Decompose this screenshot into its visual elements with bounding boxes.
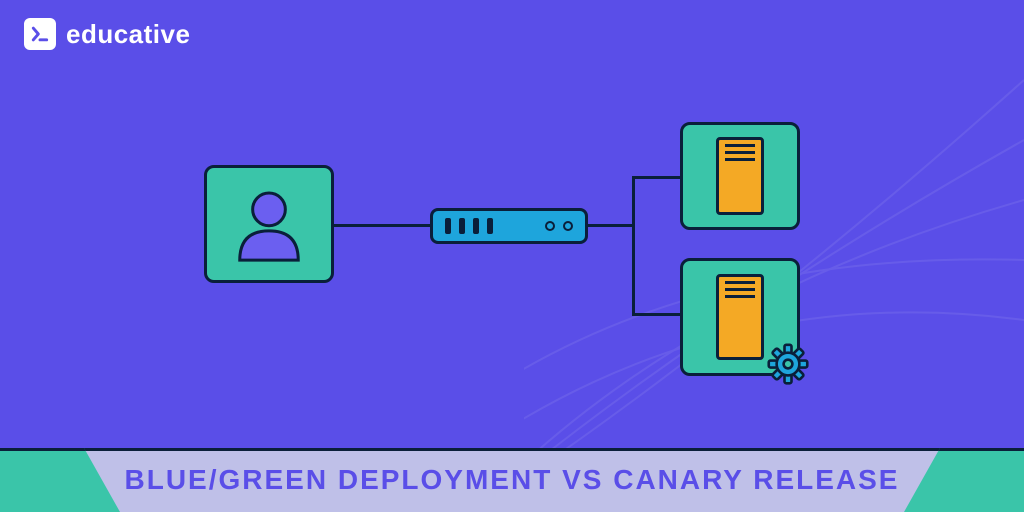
server-tower-icon — [716, 137, 764, 215]
brand-name: educative — [66, 19, 190, 50]
server-tower-icon — [716, 274, 764, 360]
banner-title: BLUE/GREEN DEPLOYMENT VS CANARY RELEASE — [0, 448, 1024, 512]
connector — [334, 224, 430, 227]
gear-icon — [767, 343, 809, 385]
user-node — [204, 165, 334, 283]
connector — [632, 313, 680, 316]
switch-led — [563, 221, 573, 231]
user-icon — [226, 181, 312, 267]
server-green-node — [680, 258, 800, 376]
switch-port — [473, 218, 479, 234]
switch-port — [445, 218, 451, 234]
connector — [632, 176, 680, 179]
switch-port — [459, 218, 465, 234]
terminal-icon — [24, 18, 56, 50]
connector — [588, 224, 635, 227]
brand-logo: educative — [24, 18, 190, 50]
server-blue-node — [680, 122, 800, 230]
switch-port — [487, 218, 493, 234]
switch-led — [545, 221, 555, 231]
deployment-diagram — [0, 140, 1024, 400]
title-banner: BLUE/GREEN DEPLOYMENT VS CANARY RELEASE — [0, 448, 1024, 512]
load-balancer — [430, 208, 588, 244]
connector — [632, 176, 635, 316]
